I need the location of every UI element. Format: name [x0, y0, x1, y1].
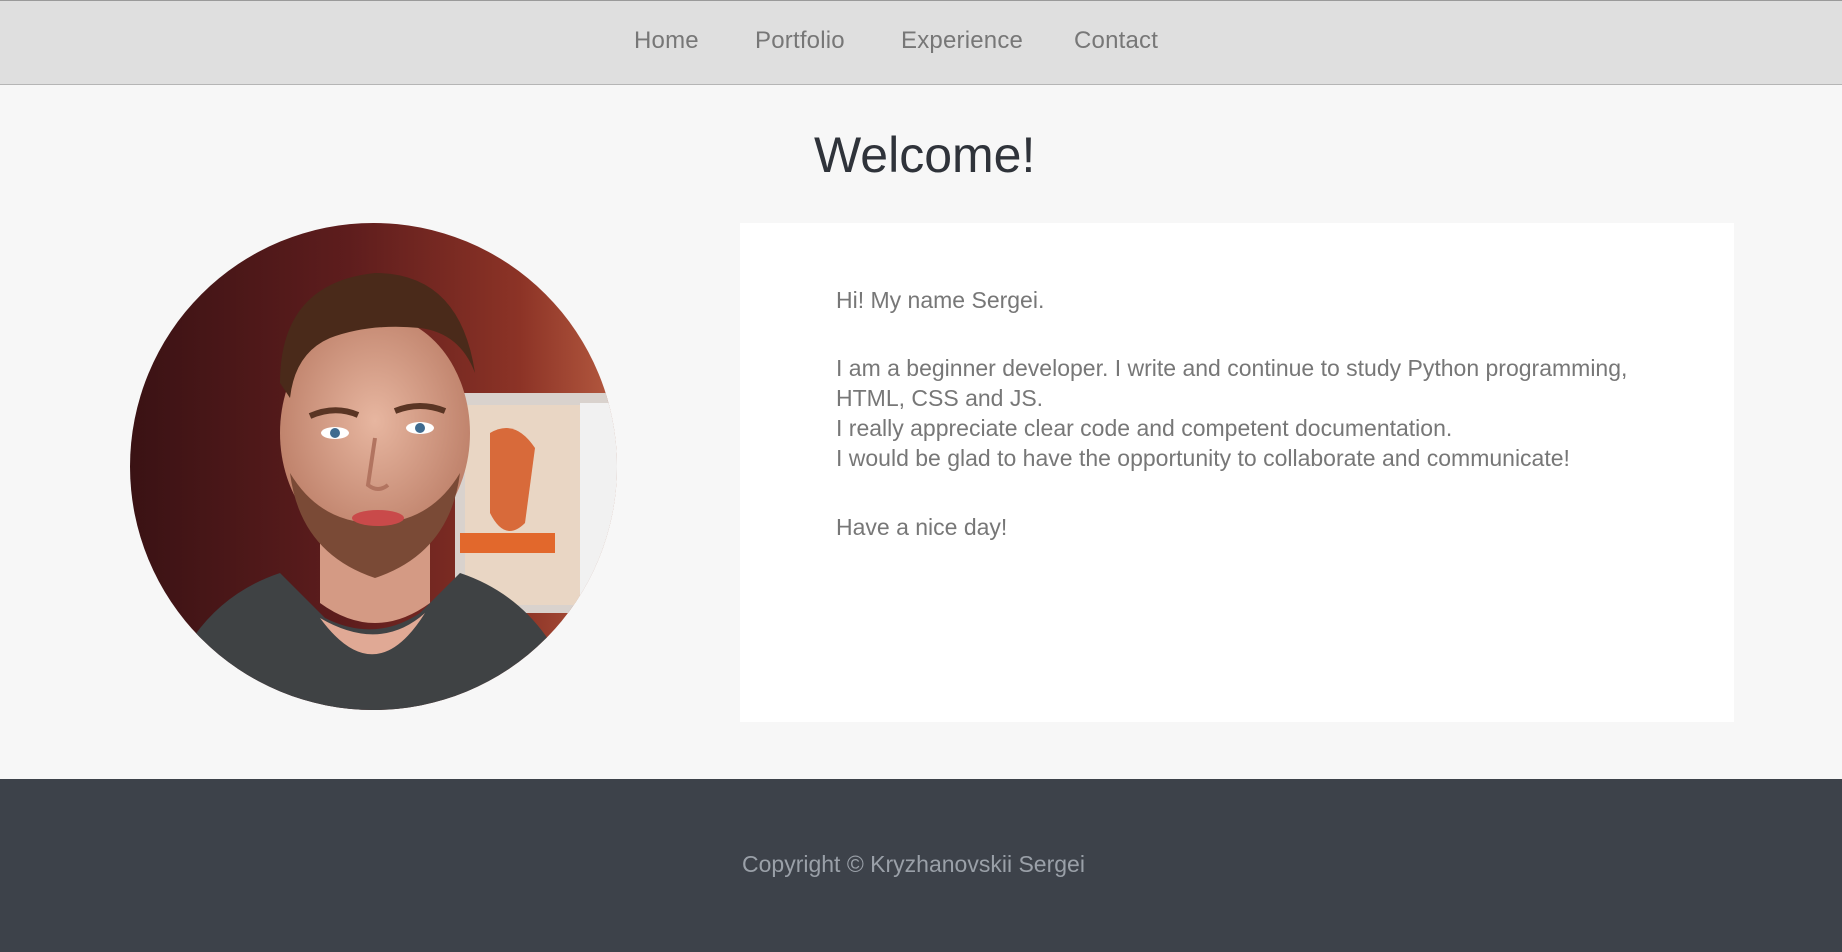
page-title: Welcome!: [814, 127, 1036, 183]
nav-link-portfolio[interactable]: Portfolio: [755, 27, 845, 55]
nav-link-home[interactable]: Home: [634, 27, 699, 55]
nav-link-experience[interactable]: Experience: [901, 27, 1023, 55]
closing-text: Have a nice day!: [836, 514, 1008, 540]
about-card: Hi! My name Sergei. I am a beginner deve…: [740, 223, 1734, 722]
copyright-text: Copyright © Kryzhanovskii Sergei: [742, 851, 1085, 877]
nav-link-contact[interactable]: Contact: [1074, 27, 1158, 55]
bio-line-2: HTML, CSS and JS.: [836, 385, 1044, 411]
profile-photo-illustration: [130, 223, 617, 710]
profile-photo: [130, 223, 617, 710]
bio-line-4: I would be glad to have the opportunity …: [836, 445, 1570, 471]
top-navbar: Home Portfolio Experience Contact: [0, 0, 1842, 85]
footer: Copyright © Kryzhanovskii Sergei: [0, 779, 1842, 952]
bio-line-3: I really appreciate clear code and compe…: [836, 415, 1453, 441]
greeting-text: Hi! My name Sergei.: [836, 287, 1045, 313]
bio-line-1: I am a beginner developer. I write and c…: [836, 355, 1628, 381]
